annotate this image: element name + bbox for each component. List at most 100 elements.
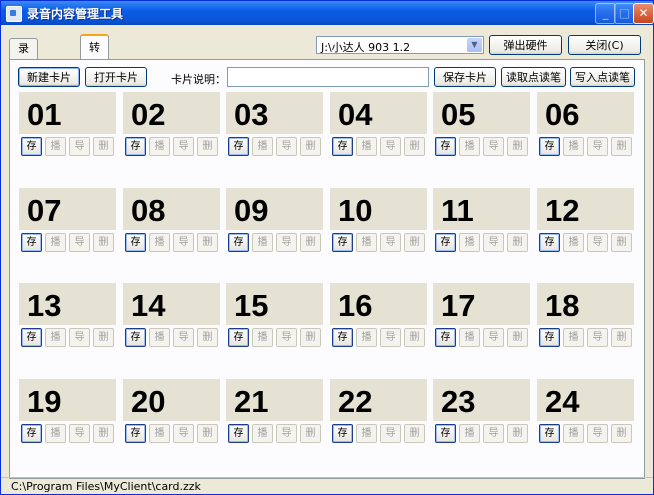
close-window-button[interactable]: ✕ [633, 3, 654, 24]
card-store-button[interactable]: 存 [435, 137, 456, 156]
card-play-button[interactable]: 播 [459, 233, 480, 252]
card-play-button[interactable]: 播 [149, 233, 170, 252]
card-export-button[interactable]: 导 [483, 328, 504, 347]
card-delete-button[interactable]: 删 [404, 137, 425, 156]
card-export-button[interactable]: 导 [483, 137, 504, 156]
card-store-button[interactable]: 存 [125, 328, 146, 347]
card-store-button[interactable]: 存 [228, 137, 249, 156]
open-card-button[interactable]: 打开卡片 [85, 67, 147, 87]
card-face[interactable]: 05 [433, 92, 530, 134]
card-delete-button[interactable]: 删 [507, 137, 528, 156]
card-face[interactable]: 24 [537, 379, 634, 421]
card-face[interactable]: 14 [123, 283, 220, 325]
card-play-button[interactable]: 播 [252, 137, 273, 156]
card-store-button[interactable]: 存 [332, 137, 353, 156]
read-pen-button[interactable]: 读取点读笔 [501, 67, 566, 87]
write-pen-button[interactable]: 写入点读笔 [570, 67, 635, 87]
card-store-button[interactable]: 存 [435, 233, 456, 252]
card-store-button[interactable]: 存 [228, 424, 249, 443]
card-face[interactable]: 07 [19, 188, 116, 230]
card-delete-button[interactable]: 删 [404, 233, 425, 252]
card-store-button[interactable]: 存 [332, 424, 353, 443]
card-delete-button[interactable]: 删 [507, 424, 528, 443]
card-face[interactable]: 20 [123, 379, 220, 421]
card-export-button[interactable]: 导 [587, 424, 608, 443]
card-face[interactable]: 17 [433, 283, 530, 325]
card-delete-button[interactable]: 删 [197, 424, 218, 443]
card-play-button[interactable]: 播 [356, 424, 377, 443]
card-store-button[interactable]: 存 [125, 424, 146, 443]
card-play-button[interactable]: 播 [252, 424, 273, 443]
minimize-button[interactable]: _ [595, 3, 616, 24]
card-store-button[interactable]: 存 [125, 137, 146, 156]
card-face[interactable]: 13 [19, 283, 116, 325]
card-delete-button[interactable]: 删 [300, 424, 321, 443]
card-store-button[interactable]: 存 [21, 137, 42, 156]
close-button[interactable]: 关闭(C) [568, 35, 641, 55]
maximize-button[interactable]: □ [614, 3, 635, 24]
card-delete-button[interactable]: 删 [611, 233, 632, 252]
card-play-button[interactable]: 播 [356, 137, 377, 156]
card-play-button[interactable]: 播 [149, 328, 170, 347]
card-face[interactable]: 01 [19, 92, 116, 134]
card-delete-button[interactable]: 删 [300, 328, 321, 347]
tab-card-management[interactable]: 转转卡管理 [80, 34, 109, 150]
card-export-button[interactable]: 导 [69, 233, 90, 252]
card-export-button[interactable]: 导 [69, 424, 90, 443]
card-play-button[interactable]: 播 [149, 424, 170, 443]
card-export-button[interactable]: 导 [483, 424, 504, 443]
card-export-button[interactable]: 导 [173, 424, 194, 443]
card-delete-button[interactable]: 删 [197, 328, 218, 347]
card-store-button[interactable]: 存 [125, 233, 146, 252]
card-delete-button[interactable]: 删 [404, 328, 425, 347]
card-delete-button[interactable]: 删 [300, 137, 321, 156]
card-export-button[interactable]: 导 [69, 137, 90, 156]
card-export-button[interactable]: 导 [380, 328, 401, 347]
card-export-button[interactable]: 导 [276, 233, 297, 252]
card-store-button[interactable]: 存 [228, 328, 249, 347]
card-play-button[interactable]: 播 [356, 328, 377, 347]
card-play-button[interactable]: 播 [356, 233, 377, 252]
card-play-button[interactable]: 播 [563, 424, 584, 443]
new-card-button[interactable]: 新建卡片 [18, 67, 80, 87]
card-delete-button[interactable]: 删 [507, 233, 528, 252]
chevron-down-icon[interactable]: ▼ [467, 38, 482, 52]
card-store-button[interactable]: 存 [21, 328, 42, 347]
card-export-button[interactable]: 导 [69, 328, 90, 347]
card-export-button[interactable]: 导 [380, 137, 401, 156]
card-face[interactable]: 19 [19, 379, 116, 421]
card-store-button[interactable]: 存 [21, 424, 42, 443]
card-delete-button[interactable]: 删 [93, 137, 114, 156]
card-delete-button[interactable]: 删 [197, 137, 218, 156]
card-play-button[interactable]: 播 [45, 233, 66, 252]
card-store-button[interactable]: 存 [539, 424, 560, 443]
card-export-button[interactable]: 导 [276, 328, 297, 347]
card-face[interactable]: 08 [123, 188, 220, 230]
card-face[interactable]: 02 [123, 92, 220, 134]
card-play-button[interactable]: 播 [252, 328, 273, 347]
card-delete-button[interactable]: 删 [611, 424, 632, 443]
card-face[interactable]: 16 [330, 283, 427, 325]
card-delete-button[interactable]: 删 [197, 233, 218, 252]
card-export-button[interactable]: 导 [380, 233, 401, 252]
card-delete-button[interactable]: 删 [300, 233, 321, 252]
card-face[interactable]: 11 [433, 188, 530, 230]
card-export-button[interactable]: 导 [380, 424, 401, 443]
card-face[interactable]: 18 [537, 283, 634, 325]
card-face[interactable]: 23 [433, 379, 530, 421]
title-bar[interactable]: 录音内容管理工具 _ □ ✕ [1, 1, 654, 25]
card-export-button[interactable]: 导 [173, 328, 194, 347]
eject-hardware-button[interactable]: 弹出硬件 [489, 35, 562, 55]
card-export-button[interactable]: 导 [483, 233, 504, 252]
card-play-button[interactable]: 播 [149, 137, 170, 156]
card-store-button[interactable]: 存 [332, 328, 353, 347]
card-face[interactable]: 22 [330, 379, 427, 421]
card-store-button[interactable]: 存 [539, 233, 560, 252]
card-export-button[interactable]: 导 [173, 137, 194, 156]
card-play-button[interactable]: 播 [252, 233, 273, 252]
tab-recording-management[interactable]: 录音管理 [9, 38, 38, 115]
card-play-button[interactable]: 播 [459, 328, 480, 347]
card-delete-button[interactable]: 删 [611, 137, 632, 156]
card-description-input[interactable] [227, 67, 429, 87]
card-store-button[interactable]: 存 [435, 424, 456, 443]
